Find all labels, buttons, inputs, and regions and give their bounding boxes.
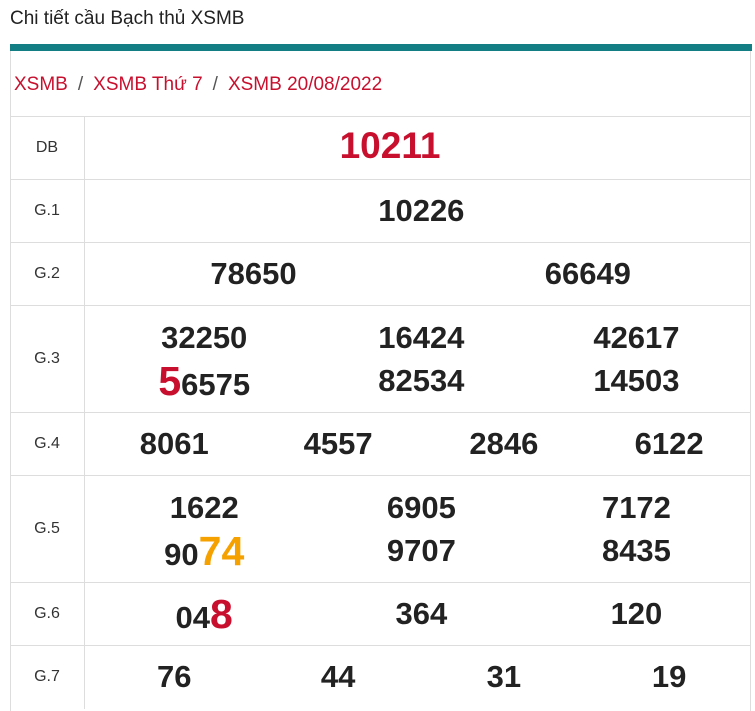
number-prefix: 04 xyxy=(175,600,211,635)
prize-row-g7: G.7 76 44 31 19 xyxy=(10,645,751,709)
prize-label: G.7 xyxy=(10,645,85,709)
prize-label: G.6 xyxy=(10,582,85,646)
breadcrumb-xsmb-date[interactable]: XSMB 20/08/2022 xyxy=(228,74,382,96)
prize-number: 1622 xyxy=(169,490,239,525)
prize-number: 8435 xyxy=(601,533,671,568)
prize-number: 4557 xyxy=(303,426,373,461)
prize-number: 76 xyxy=(156,659,192,694)
prize-number: 66649 xyxy=(544,256,631,291)
prize-number: 32250 xyxy=(161,320,248,355)
prize-number: 56575 xyxy=(158,361,251,402)
breadcrumb-separator: / xyxy=(77,74,84,95)
prize-values: 78650 66649 xyxy=(84,242,751,306)
prize-number: 14503 xyxy=(593,363,680,398)
prize-number: 19 xyxy=(651,659,687,694)
results-table: DB 10211 G.1 10226 G.2 78650 66649 G.3 3… xyxy=(10,116,751,709)
prize-number: 44 xyxy=(320,659,356,694)
page-title: Chi tiết cầu Bạch thủ XSMB xyxy=(10,8,245,29)
prize-row-g4: G.4 8061 4557 2846 6122 xyxy=(10,412,751,476)
prize-row-g3: G.3 32250 16424 42617 56575 82534 14503 xyxy=(10,305,751,413)
prize-number: 8061 xyxy=(139,426,209,461)
number-prefix: 90 xyxy=(164,537,199,572)
highlight-digit: 8 xyxy=(210,591,233,637)
prize-number: 10211 xyxy=(339,125,441,166)
prize-row-g2: G.2 78650 66649 xyxy=(10,242,751,306)
prize-row-g6: G.6 048 364 120 xyxy=(10,582,751,646)
breadcrumb-xsmb-saturday[interactable]: XSMB Thứ 7 xyxy=(93,74,203,96)
prize-number: 31 xyxy=(486,659,522,694)
prize-label: DB xyxy=(10,116,85,180)
prize-row-db: DB 10211 xyxy=(10,116,751,180)
prize-label: G.1 xyxy=(10,179,85,243)
breadcrumb: XSMB / XSMB Thứ 7 / XSMB 20/08/2022 xyxy=(14,74,382,96)
prize-label: G.2 xyxy=(10,242,85,306)
prize-number: 16424 xyxy=(378,320,465,355)
prize-values: 76 44 31 19 xyxy=(84,645,751,709)
prize-number: 10226 xyxy=(378,193,465,228)
prize-values: 10226 xyxy=(84,179,751,243)
prize-number: 364 xyxy=(395,596,448,631)
prize-number: 82534 xyxy=(378,363,465,398)
number-rest: 6575 xyxy=(181,367,251,402)
prize-values: 1622 6905 7172 9074 9707 8435 xyxy=(84,475,751,583)
prize-number: 6122 xyxy=(634,426,704,461)
prize-values: 32250 16424 42617 56575 82534 14503 xyxy=(84,305,751,413)
highlight-digits: 74 xyxy=(198,528,245,574)
breadcrumb-separator: / xyxy=(212,74,218,95)
prize-row-g5: G.5 1622 6905 7172 9074 9707 8435 xyxy=(10,475,751,583)
highlight-digit: 5 xyxy=(158,358,182,404)
prize-label: G.5 xyxy=(10,475,85,583)
prize-number: 9074 xyxy=(164,531,244,572)
header-divider xyxy=(10,44,752,51)
prize-number: 6905 xyxy=(386,490,456,525)
prize-values: 10211 xyxy=(84,116,751,180)
prize-number: 120 xyxy=(610,596,663,631)
prize-values: 8061 4557 2846 6122 xyxy=(84,412,751,476)
breadcrumb-xsmb[interactable]: XSMB xyxy=(14,74,68,96)
prize-number: 9707 xyxy=(386,533,456,568)
prize-label: G.4 xyxy=(10,412,85,476)
prize-number: 2846 xyxy=(469,426,539,461)
prize-number: 7172 xyxy=(601,490,671,525)
prize-number: 048 xyxy=(175,594,233,635)
prize-number: 78650 xyxy=(210,256,297,291)
prize-number: 42617 xyxy=(593,320,680,355)
prize-row-g1: G.1 10226 xyxy=(10,179,751,243)
prize-values: 048 364 120 xyxy=(84,582,751,646)
prize-label: G.3 xyxy=(10,305,85,413)
